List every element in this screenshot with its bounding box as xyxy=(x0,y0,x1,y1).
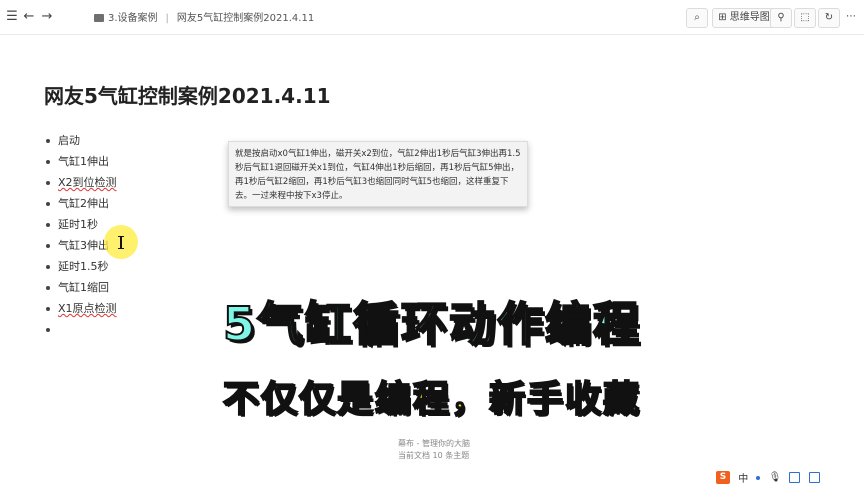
toolbox-icon[interactable] xyxy=(808,472,820,483)
folder-icon xyxy=(94,14,104,22)
more-button[interactable]: ⋯ xyxy=(842,8,860,26)
share-icon: ⚲ xyxy=(777,12,785,23)
refresh-button[interactable]: ↻ xyxy=(818,8,840,28)
search-outline-button[interactable]: ⌕ xyxy=(686,8,708,28)
menu-icon[interactable]: ☰ xyxy=(6,8,18,26)
mic-icon[interactable]: 🎙 xyxy=(769,472,782,483)
page-title[interactable]: 网友5气缸控制案例2021.4.11 xyxy=(44,80,331,109)
footer-brand: 幕布 - 管理你的大脑 xyxy=(398,439,470,448)
publish-button[interactable]: ⬚ xyxy=(794,8,816,28)
ime-mode[interactable]: 中 xyxy=(738,470,748,485)
publish-icon: ⬚ xyxy=(800,12,810,23)
breadcrumb-separator: | xyxy=(165,13,169,24)
share-button[interactable]: ⚲ xyxy=(770,8,792,28)
mindmap-icon: ⊞ xyxy=(718,12,727,23)
search-icon: ⌕ xyxy=(694,12,700,23)
punctuation-icon[interactable] xyxy=(756,475,761,480)
overlay-headline: 5气缸循环动作编程 xyxy=(222,296,641,352)
breadcrumb: 3.设备案例 | 网友5气缸控制案例2021.4.11 xyxy=(94,9,314,24)
list-item[interactable]: 延时1秒 xyxy=(44,214,117,235)
breadcrumb-folder[interactable]: 3.设备案例 xyxy=(108,13,158,24)
footer-count: 当前文档 10 条主题 xyxy=(398,451,470,460)
list-item[interactable]: 启动 xyxy=(44,130,117,151)
more-icon: ⋯ xyxy=(846,11,856,22)
refresh-icon: ↻ xyxy=(824,12,834,23)
forward-arrow-icon[interactable]: → xyxy=(40,8,54,26)
mindmap-button[interactable]: ⊞ 思维导图 xyxy=(712,8,776,28)
sogou-logo-icon[interactable]: S xyxy=(716,471,730,484)
breadcrumb-doc[interactable]: 网友5气缸控制案例2021.4.11 xyxy=(177,13,314,24)
list-item[interactable]: 气缸2伸出 xyxy=(44,193,117,214)
list-item[interactable]: X2到位检测 xyxy=(44,172,117,193)
back-arrow-icon[interactable]: ← xyxy=(22,8,36,26)
ime-tray: S 中 🎙 xyxy=(716,470,825,485)
doc-footer: 幕布 - 管理你的大脑 当前文档 10 条主题 xyxy=(398,438,470,462)
top-toolbar: ☰ ← → 3.设备案例 | 网友5气缸控制案例2021.4.11 ⌕ ⊞ 思维导图… xyxy=(0,0,864,35)
mindmap-label: 思维导图 xyxy=(729,12,770,23)
list-item[interactable]: 气缸1伸出 xyxy=(44,151,117,172)
text-cursor-icon xyxy=(118,236,124,249)
note-popup: 就是按启动x0气缸1伸出，磁开关x2到位，气缸2伸出1秒后气缸3伸出再1.5秒后… xyxy=(228,141,528,207)
keyboard-icon[interactable] xyxy=(789,472,801,483)
list-item[interactable]: 延时1.5秒 xyxy=(44,256,117,277)
overlay-subline: 不仅仅是编程，新手收藏 xyxy=(222,378,641,421)
